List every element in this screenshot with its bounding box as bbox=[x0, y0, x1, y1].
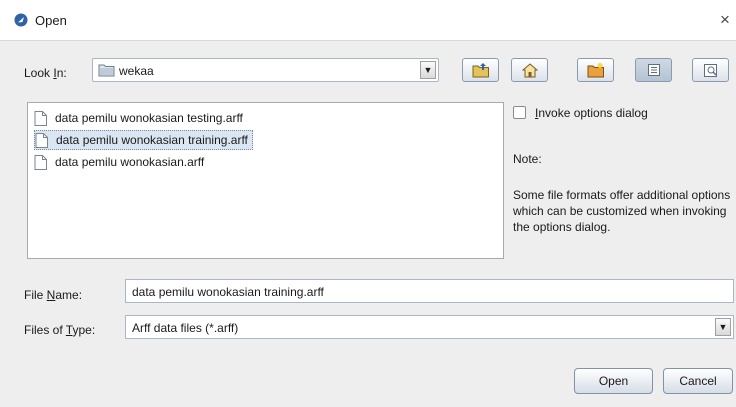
file-list[interactable]: data pemilu wonokasian testing.arff data… bbox=[27, 102, 504, 259]
new-folder-icon bbox=[587, 63, 604, 78]
invoke-options-checkbox[interactable] bbox=[513, 106, 526, 119]
java-app-icon bbox=[14, 13, 28, 27]
list-view-icon bbox=[647, 64, 660, 76]
file-item[interactable]: data pemilu wonokasian testing.arff bbox=[34, 109, 247, 127]
file-item-selected[interactable]: data pemilu wonokasian training.arff bbox=[34, 130, 253, 150]
up-one-level-button[interactable] bbox=[462, 58, 499, 82]
title-bar: Open × bbox=[0, 0, 736, 41]
note-title: Note: bbox=[513, 152, 542, 166]
chevron-down-icon[interactable]: ▼ bbox=[420, 61, 436, 79]
home-icon bbox=[521, 62, 538, 77]
file-name: data pemilu wonokasian testing.arff bbox=[55, 111, 243, 125]
file-icon bbox=[34, 110, 47, 126]
close-button[interactable]: × bbox=[720, 10, 730, 30]
look-in-combobox[interactable]: wekaa ▼ bbox=[92, 58, 439, 82]
details-view-button[interactable] bbox=[692, 58, 729, 82]
file-name-input[interactable]: data pemilu wonokasian training.arff bbox=[125, 279, 734, 303]
file-icon bbox=[34, 154, 47, 170]
open-button[interactable]: Open bbox=[574, 368, 653, 394]
file-item[interactable]: data pemilu wonokasian.arff bbox=[34, 153, 208, 171]
file-icon bbox=[35, 132, 48, 148]
new-folder-button[interactable] bbox=[577, 58, 614, 82]
file-type-value: Arff data files (*.arff) bbox=[132, 321, 239, 335]
cancel-button[interactable]: Cancel bbox=[663, 368, 733, 394]
look-in-label: Look In: bbox=[24, 66, 67, 80]
up-folder-icon bbox=[472, 63, 489, 78]
list-view-button[interactable] bbox=[635, 58, 672, 82]
note-body: Some file formats offer additional optio… bbox=[513, 188, 731, 234]
file-name: data pemilu wonokasian training.arff bbox=[56, 133, 248, 147]
details-view-icon bbox=[703, 63, 717, 77]
file-type-label: Files of Type: bbox=[24, 323, 96, 337]
window-title: Open bbox=[35, 13, 67, 28]
file-name-label: File Name: bbox=[24, 288, 83, 302]
invoke-options-label[interactable]: Invoke options dialog bbox=[535, 106, 648, 120]
home-button[interactable] bbox=[511, 58, 548, 82]
chevron-down-icon[interactable]: ▼ bbox=[715, 318, 731, 336]
look-in-value: wekaa bbox=[119, 64, 154, 78]
file-name: data pemilu wonokasian.arff bbox=[55, 155, 205, 169]
folder-icon bbox=[98, 64, 115, 77]
file-type-combobox[interactable]: Arff data files (*.arff) ▼ bbox=[125, 315, 734, 339]
